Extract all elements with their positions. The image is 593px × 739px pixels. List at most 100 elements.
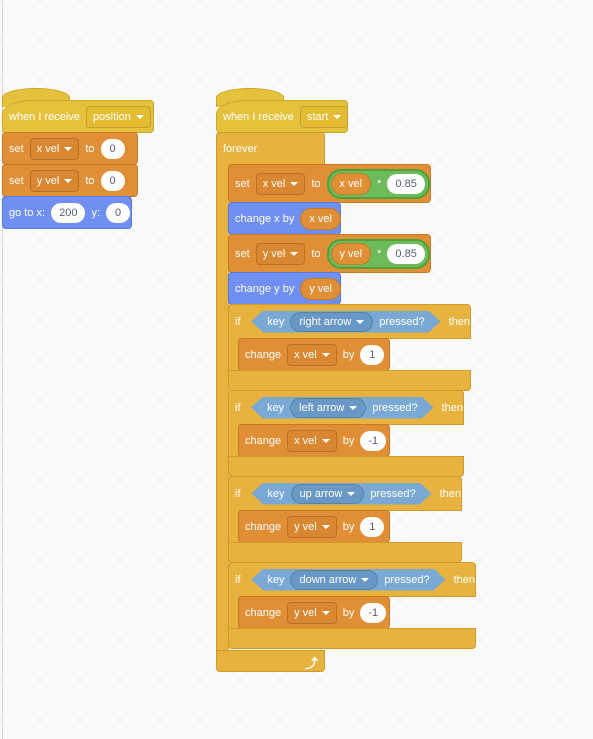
if-bottom	[228, 542, 462, 563]
change-y-by-block[interactable]: change y by y vel	[228, 272, 341, 305]
value-input[interactable]: 0.85	[387, 173, 425, 194]
value-input[interactable]: 0	[100, 138, 125, 159]
key-pressed-sensing[interactable]: key right arrow pressed?	[251, 311, 440, 333]
block-label: change	[245, 434, 282, 447]
variable-dropdown[interactable]: y vel	[287, 515, 337, 538]
forever-bottom: ⤴	[216, 650, 325, 672]
value-input[interactable]: 0	[100, 170, 125, 191]
variable-dropdown[interactable]: x vel	[287, 343, 337, 366]
operator-symbol: *	[377, 247, 382, 260]
forever-block[interactable]: forever	[216, 132, 325, 165]
block-label: change	[245, 606, 282, 619]
block-label: change	[245, 348, 282, 361]
block-label: by	[342, 520, 355, 533]
block-label: by	[342, 348, 355, 361]
block-label: then	[453, 573, 475, 586]
multiply-operator[interactable]: x vel * 0.85	[326, 168, 430, 199]
x-input[interactable]: 200	[51, 202, 86, 223]
caret-down-icon	[290, 251, 299, 256]
change-variable-block[interactable]: change x vel by -1	[238, 424, 390, 457]
block-label: if	[235, 573, 241, 586]
block-label: by	[342, 606, 355, 619]
set-y-vel-block[interactable]: set y vel to 0	[2, 164, 138, 197]
message-dropdown[interactable]: start	[299, 105, 349, 128]
block-label: change x by	[235, 212, 295, 225]
block-label: forever	[223, 142, 258, 155]
variable-reporter[interactable]: y vel	[300, 277, 341, 300]
operator-symbol: *	[377, 177, 382, 190]
loop-arrow-icon: ⤴	[304, 656, 318, 671]
block-label: if	[235, 401, 241, 414]
multiply-operator[interactable]: y vel * 0.85	[326, 238, 430, 269]
variable-dropdown[interactable]: x vel	[255, 172, 306, 195]
variable-dropdown[interactable]: x vel	[287, 429, 337, 452]
caret-down-icon	[349, 406, 357, 410]
block-label: if	[235, 315, 241, 328]
block-label: to	[85, 174, 95, 187]
variable-reporter[interactable]: y vel	[330, 242, 372, 265]
set-x-vel-block[interactable]: set x vel to 0	[2, 132, 138, 165]
caret-down-icon	[290, 181, 299, 186]
key-pressed-sensing[interactable]: key up arrow pressed?	[251, 483, 431, 505]
variable-dropdown[interactable]: y vel	[287, 601, 337, 624]
if-key-pressed-block[interactable]: if key down arrow pressed? then	[228, 562, 476, 597]
y-input[interactable]: 0	[106, 202, 130, 223]
change-x-by-block[interactable]: change x by x vel	[228, 202, 341, 235]
set-x-vel-multiply-block[interactable]: set x vel to x vel * 0.85	[228, 164, 431, 203]
value-input[interactable]: -1	[360, 602, 387, 623]
block-label: key	[267, 573, 285, 586]
caret-down-icon	[321, 352, 330, 357]
value-input[interactable]: 1	[360, 516, 385, 537]
block-label: when I receive	[223, 110, 294, 123]
variable-dropdown[interactable]: y vel	[255, 242, 306, 265]
value-input[interactable]: 1	[360, 344, 385, 365]
when-i-receive-position-block[interactable]: when I receive position	[2, 100, 154, 133]
block-label: pressed?	[372, 401, 418, 414]
caret-down-icon	[356, 320, 364, 324]
key-pressed-sensing[interactable]: key left arrow pressed?	[251, 397, 434, 419]
caret-down-icon	[361, 578, 369, 582]
block-label: set	[235, 177, 250, 190]
caret-down-icon	[321, 438, 330, 443]
variable-dropdown[interactable]: y vel	[29, 169, 80, 192]
block-label: go to x:	[9, 206, 46, 219]
message-dropdown[interactable]: position	[85, 105, 151, 128]
block-label: set	[9, 142, 24, 155]
variable-reporter[interactable]: x vel	[330, 172, 372, 195]
block-label: then	[448, 315, 470, 328]
key-dropdown[interactable]: down arrow	[290, 570, 378, 590]
block-label: to	[311, 247, 321, 260]
key-dropdown[interactable]: right arrow	[290, 312, 373, 332]
if-bottom	[228, 456, 464, 477]
when-i-receive-start-block[interactable]: when I receive start	[216, 100, 349, 133]
block-label: set	[9, 174, 24, 187]
change-variable-block[interactable]: change y vel by 1	[238, 510, 390, 543]
key-dropdown[interactable]: up arrow	[291, 484, 365, 504]
if-key-pressed-block[interactable]: if key up arrow pressed? then	[228, 476, 462, 511]
variable-dropdown[interactable]: x vel	[29, 137, 80, 160]
key-dropdown[interactable]: left arrow	[290, 398, 366, 418]
if-key-pressed-block[interactable]: if key right arrow pressed? then	[228, 304, 471, 339]
value-input[interactable]: -1	[360, 430, 387, 451]
block-label: pressed?	[370, 487, 416, 500]
if-bottom	[228, 628, 476, 649]
change-variable-block[interactable]: change x vel by 1	[238, 338, 390, 371]
block-label: then	[441, 401, 463, 414]
block-label: key	[267, 487, 285, 500]
go-to-xy-block[interactable]: go to x: 200 y: 0	[2, 196, 132, 229]
caret-down-icon	[64, 146, 73, 151]
change-variable-block[interactable]: change y vel by -1	[238, 596, 390, 629]
block-label: key	[266, 401, 285, 414]
key-pressed-sensing[interactable]: key down arrow pressed?	[251, 569, 445, 591]
caret-down-icon	[347, 492, 355, 496]
set-y-vel-multiply-block[interactable]: set y vel to y vel * 0.85	[228, 234, 431, 273]
block-label: if	[235, 487, 241, 500]
block-label: to	[85, 142, 95, 155]
block-label: pressed?	[384, 573, 430, 586]
value-input[interactable]: 0.85	[387, 243, 425, 264]
variable-reporter[interactable]: x vel	[300, 207, 341, 230]
caret-down-icon	[333, 114, 342, 119]
if-key-pressed-block[interactable]: if key left arrow pressed? then	[228, 390, 464, 425]
block-label: by	[342, 434, 355, 447]
block-label: set	[235, 247, 250, 260]
